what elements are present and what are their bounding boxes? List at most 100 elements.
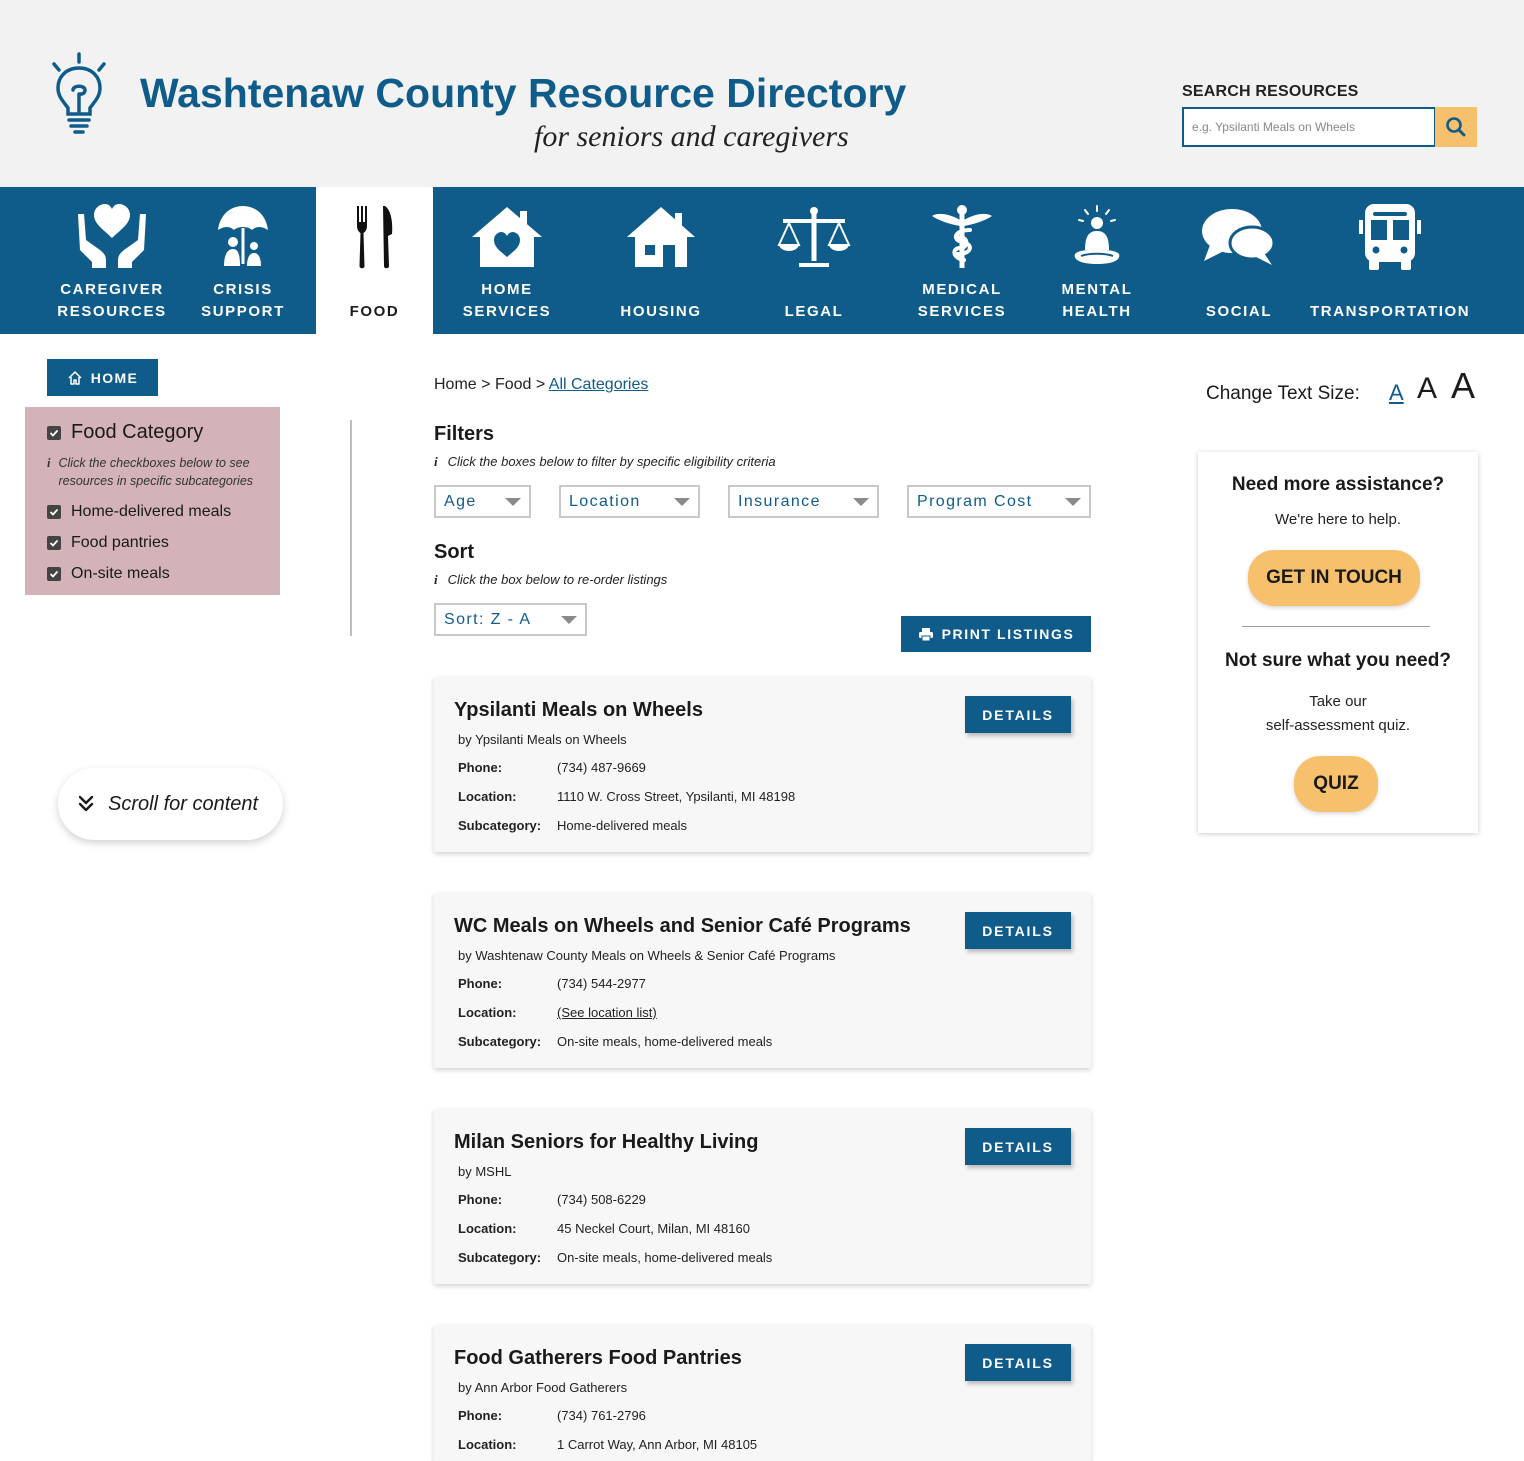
site-header: Washtenaw County Resource Directory for … — [0, 0, 1524, 187]
nav-item-food[interactable]: FOOD — [316, 187, 433, 334]
breadcrumb-separator: > — [535, 376, 546, 393]
caret-down-icon — [1065, 497, 1081, 506]
nav-label: TRANSPORTATION — [1310, 303, 1471, 320]
get-in-touch-button[interactable]: GET IN TOUCH — [1248, 550, 1420, 606]
print-listings-label: PRINT LISTINGS — [941, 626, 1075, 642]
filter-location-select[interactable]: Location — [559, 485, 700, 518]
listing-provider: by Washtenaw County Meals on Wheels & Se… — [458, 948, 836, 963]
breadcrumb-all-categories[interactable]: All Categories — [549, 376, 649, 393]
caret-down-icon — [505, 497, 521, 506]
details-button[interactable]: DETAILS — [965, 912, 1071, 949]
home-icon — [68, 370, 82, 385]
scroll-for-content-button[interactable]: Scroll for content — [58, 768, 283, 840]
nav-label: CAREGIVER RESOURCES — [57, 281, 167, 320]
location-list-link[interactable]: (See location list) — [557, 1005, 657, 1020]
home-button-label: HOME — [90, 369, 139, 386]
nav-label: FOOD — [349, 303, 400, 320]
listing-subcategory-row: Subcategory: On-site meals, home-delivere… — [458, 1034, 772, 1049]
listing-card: Milan Seniors for Healthy Living DETAILS… — [434, 1109, 1091, 1284]
listing-title[interactable]: Food Gatherers Food Pantries — [454, 1347, 742, 1370]
listing-subcategory: Home-delivered meals — [557, 818, 688, 833]
filters-title: Filters — [434, 423, 495, 445]
nav-label: HOUSING — [620, 303, 702, 320]
checkbox-checked-icon[interactable] — [47, 567, 61, 581]
nav-label: MENTAL HEALTH — [1061, 281, 1133, 320]
help-card: Need more assistance? We're here to help… — [1198, 452, 1478, 833]
text-size-medium[interactable]: A — [1417, 372, 1437, 406]
listing-title[interactable]: WC Meals on Wheels and Senior Café Progr… — [454, 915, 911, 938]
category-option-label: Food pantries — [71, 534, 169, 551]
search-icon — [1446, 117, 1466, 137]
details-button[interactable]: DETAILS — [965, 1128, 1071, 1165]
scales-icon — [777, 207, 851, 267]
checkbox-checked-icon[interactable] — [47, 536, 61, 550]
checkbox-checked-icon[interactable] — [47, 425, 61, 440]
category-panel: Food Category i Click the checkboxes belo… — [25, 407, 280, 595]
nav-item-legal[interactable]: LEGAL — [758, 187, 870, 334]
search-button[interactable] — [1435, 107, 1477, 147]
breadcrumb-home[interactable]: Home — [434, 376, 477, 393]
site-subtitle: for seniors and caregivers — [534, 120, 849, 153]
field-label: Location: — [458, 1005, 517, 1020]
details-button[interactable]: DETAILS — [965, 1344, 1071, 1381]
category-title[interactable]: Food Category — [47, 421, 203, 444]
info-icon: i — [47, 456, 51, 470]
house-heart-icon — [472, 207, 542, 267]
listing-provider: by Ann Arbor Food Gatherers — [458, 1380, 628, 1395]
search-input[interactable] — [1182, 107, 1436, 147]
listing-location: 1 Carrot Way, Ann Arbor, MI 48105 — [557, 1437, 758, 1452]
field-label: Phone: — [458, 760, 503, 775]
nav-item-home-services[interactable]: HOME SERVICES — [447, 187, 567, 334]
listing-subcategory-row: Subcategory: Home-delivered meals — [458, 818, 687, 833]
sort-value: Sort: Z - A — [444, 610, 532, 628]
listing-phone-row: Phone: (734) 761-2796 — [458, 1408, 646, 1423]
help-divider — [1242, 626, 1430, 627]
home-button[interactable]: HOME — [47, 359, 158, 396]
nav-label: SOCIAL — [1205, 303, 1273, 320]
nav-item-social[interactable]: SOCIAL — [1182, 187, 1296, 334]
text-size-small[interactable]: A — [1389, 380, 1404, 406]
details-button[interactable]: DETAILS — [965, 696, 1071, 733]
nav-item-medical-services[interactable]: MEDICAL SERVICES — [904, 187, 1020, 334]
print-listings-button[interactable]: PRINT LISTINGS — [901, 616, 1091, 652]
listing-phone: (734) 487-9669 — [557, 760, 646, 775]
page: Washtenaw County Resource Directory for … — [0, 0, 1524, 1461]
fork-knife-icon — [356, 206, 392, 269]
caret-down-icon — [674, 497, 690, 506]
nav-item-housing[interactable]: HOUSING — [600, 187, 722, 334]
nav-item-mental-health[interactable]: MENTAL HEALTH — [1040, 187, 1154, 334]
filter-label: Age — [444, 492, 477, 510]
listing-location: 45 Neckel Court, Milan, MI 48160 — [557, 1221, 750, 1236]
filters-hint: i Click the boxes below to filter by spec… — [434, 454, 776, 470]
category-option-label: Home-delivered meals — [71, 503, 232, 520]
breadcrumb-separator: > — [481, 376, 491, 393]
category-option-on-site[interactable]: On-site meals — [47, 565, 170, 583]
breadcrumb-food[interactable]: Food — [495, 376, 531, 393]
checkbox-checked-icon[interactable] — [47, 505, 61, 519]
sort-select[interactable]: Sort: Z - A — [434, 603, 587, 636]
listing-provider: by MSHL — [458, 1164, 512, 1179]
category-option-home-delivered[interactable]: Home-delivered meals — [47, 503, 231, 521]
listing-location-row: Location: 1110 W. Cross Street, Ypsilanti… — [458, 789, 795, 804]
scroll-label: Scroll for content — [108, 792, 259, 815]
category-option-food-pantries[interactable]: Food pantries — [47, 534, 169, 552]
listing-provider: by Ypsilanti Meals on Wheels — [458, 732, 627, 747]
hands-heart-icon — [78, 204, 146, 268]
sort-hint: i Click the box below to re-order listing… — [434, 572, 667, 588]
text-size-large[interactable]: A — [1451, 365, 1475, 407]
nav-item-crisis-support[interactable]: CRISIS SUPPORT — [188, 187, 298, 334]
breadcrumb: Home > Food > All Categories — [434, 376, 648, 394]
category-nav: CAREGIVER RESOURCES CRISIS SUPPORT FOOD … — [0, 187, 1524, 334]
filter-program-cost-select[interactable]: Program Cost — [907, 485, 1091, 518]
nav-item-caregiver-resources[interactable]: CAREGIVER RESOURCES — [40, 187, 184, 334]
quiz-button[interactable]: QUIZ — [1294, 756, 1378, 812]
filter-age-select[interactable]: Age — [434, 485, 531, 518]
category-hint: i Click the checkboxes below to see resou… — [47, 454, 272, 490]
listing-title[interactable]: Milan Seniors for Healthy Living — [454, 1131, 759, 1154]
filter-insurance-select[interactable]: Insurance — [728, 485, 879, 518]
listing-title[interactable]: Ypsilanti Meals on Wheels — [454, 699, 703, 722]
listing-phone-row: Phone: (734) 508-6229 — [458, 1192, 646, 1207]
nav-item-transportation[interactable]: TRANSPORTATION — [1310, 187, 1470, 334]
listing-subcategory: On-site meals, home-delivered meals — [557, 1250, 773, 1265]
assist-text: We're here to help. — [1275, 511, 1401, 528]
